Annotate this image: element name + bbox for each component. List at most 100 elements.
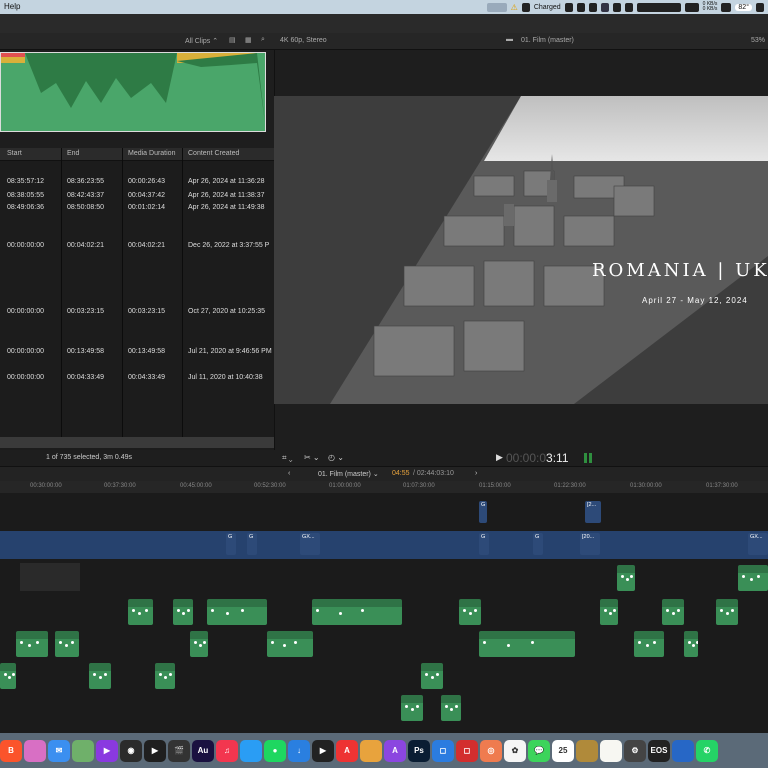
row-duration[interactable]: 00:03:23:15 (128, 308, 165, 315)
keyframe[interactable] (531, 641, 534, 644)
keyframe[interactable] (425, 673, 428, 676)
clip-filter-select[interactable]: All Clips ⌃ (185, 37, 218, 45)
audition-icon[interactable]: Au (192, 739, 214, 762)
row-start[interactable]: 08:38:05:55 (7, 192, 44, 199)
mail-icon[interactable]: ✉ (48, 739, 70, 762)
spotify-icon[interactable]: ● (264, 739, 286, 762)
app-icon[interactable]: ◉ (120, 739, 142, 762)
keyframe[interactable] (696, 641, 698, 644)
timeline-clip[interactable]: Lat... (190, 631, 208, 657)
keyframe[interactable] (65, 644, 68, 647)
help-menu[interactable]: Help (4, 2, 20, 11)
keyframe[interactable] (93, 673, 96, 676)
app-icon[interactable] (576, 739, 598, 762)
keyframe[interactable] (450, 708, 453, 711)
speed-icon[interactable]: ◴ ⌄ (328, 453, 344, 462)
keyframe[interactable] (455, 705, 458, 708)
keyframe[interactable] (36, 641, 39, 644)
keyframe[interactable] (677, 609, 680, 612)
row-start[interactable]: 08:35:57:12 (7, 178, 44, 185)
app-icon[interactable]: ⚙ (624, 739, 646, 762)
keyframe[interactable] (316, 609, 319, 612)
row-created[interactable]: Apr 26, 2024 at 11:49:38 (188, 204, 265, 211)
keyframe[interactable] (468, 612, 472, 615)
keyframe[interactable] (361, 609, 364, 612)
timeline-clip[interactable]: If I... (128, 599, 153, 625)
keyframe[interactable] (725, 612, 729, 615)
temperature[interactable]: 82° (735, 3, 752, 11)
messages-icon[interactable]: 💬 (528, 739, 550, 762)
column-media-duration[interactable]: Media Duration (128, 150, 175, 157)
row-start[interactable]: 00:00:00:00 (7, 308, 44, 315)
affinity-icon[interactable]: A (384, 739, 406, 762)
keyframe[interactable] (630, 575, 633, 578)
timeline-clip[interactable]: In The Moment (312, 599, 402, 625)
tools-icon[interactable]: ✂ ⌄ (304, 453, 320, 462)
keyframe[interactable] (241, 609, 244, 612)
keyframe[interactable] (720, 609, 723, 612)
keyframe[interactable] (12, 673, 15, 676)
row-end[interactable]: 00:04:02:21 (67, 242, 104, 249)
keyframe[interactable] (194, 641, 197, 644)
timeline[interactable]: G [2... GX... G G G G [20... GX... Tra... Dancer If… (0, 493, 768, 733)
app-icon[interactable]: ▶ (312, 739, 334, 762)
timeline-clip[interactable]: G (533, 533, 543, 555)
app-icon[interactable] (72, 739, 94, 762)
keyframe[interactable] (671, 612, 675, 615)
timeline-clip[interactable]: Col... (441, 695, 461, 721)
keyframe[interactable] (138, 612, 142, 615)
app-icon[interactable] (24, 739, 46, 762)
status-icon[interactable] (684, 2, 699, 12)
timeline-clip[interactable]: Pl... (684, 631, 698, 657)
row-created[interactable]: Apr 26, 2024 at 11:38:37 (188, 192, 265, 199)
keyframe[interactable] (430, 676, 434, 679)
timeline-clip[interactable]: [2... (585, 501, 601, 523)
app-icon[interactable] (360, 739, 382, 762)
timeline-clip[interactable]: River (0, 663, 16, 689)
keyframe[interactable] (20, 641, 23, 644)
column-start[interactable]: Start (7, 150, 22, 157)
timeline-clip[interactable]: Violet (716, 599, 738, 625)
status-icon[interactable] (624, 2, 633, 12)
row-duration[interactable]: 00:04:02:21 (128, 242, 165, 249)
whatsapp-icon[interactable]: ✆ (696, 739, 718, 762)
row-end[interactable]: 08:50:08:50 (67, 204, 104, 211)
timeline-clip[interactable]: Bueno F... (16, 631, 48, 657)
list-view-icon[interactable]: ▦ (245, 36, 252, 44)
keyframe[interactable] (4, 673, 7, 676)
keyframe[interactable] (104, 673, 107, 676)
status-icon[interactable] (564, 2, 573, 12)
zoom-level[interactable]: 53% (751, 37, 765, 44)
status-icon[interactable] (721, 2, 732, 12)
row-end[interactable]: 08:42:43:37 (67, 192, 104, 199)
photoshop-icon[interactable]: Ps (408, 739, 430, 762)
timeline-clip[interactable]: GX... (748, 533, 768, 555)
keyframe[interactable] (410, 708, 414, 711)
notes-icon[interactable] (600, 739, 622, 762)
app-icon[interactable]: ◎ (480, 739, 502, 762)
timeline-clip[interactable]: Colo... (401, 695, 423, 721)
row-duration[interactable]: 00:13:49:58 (128, 348, 165, 355)
download-icon[interactable]: ↓ (288, 739, 310, 762)
keyframe[interactable] (653, 641, 656, 644)
keyframe[interactable] (8, 676, 11, 679)
keyframe[interactable] (604, 609, 607, 612)
keyframe[interactable] (177, 609, 180, 612)
keyframe[interactable] (144, 609, 148, 612)
app-icon[interactable]: ▶ (96, 739, 118, 762)
keyframe[interactable] (731, 609, 734, 612)
brave-icon[interactable]: B (0, 739, 22, 762)
status-icon[interactable] (576, 2, 585, 12)
keyframe[interactable] (203, 641, 206, 644)
status-icon[interactable] (612, 2, 621, 12)
keyframe[interactable] (625, 578, 629, 581)
keyframe[interactable] (271, 641, 274, 644)
column-end[interactable]: End (67, 150, 79, 157)
row-start[interactable]: 00:00:00:00 (7, 374, 44, 381)
timeline-project-select[interactable]: 01. Film (master) ⌄ (318, 470, 379, 478)
keyframe[interactable] (742, 575, 745, 578)
row-duration[interactable]: 00:01:02:14 (128, 204, 165, 211)
row-end[interactable]: 08:36:23:55 (67, 178, 104, 185)
keyframe[interactable] (294, 641, 297, 644)
status-icon[interactable] (521, 2, 530, 12)
